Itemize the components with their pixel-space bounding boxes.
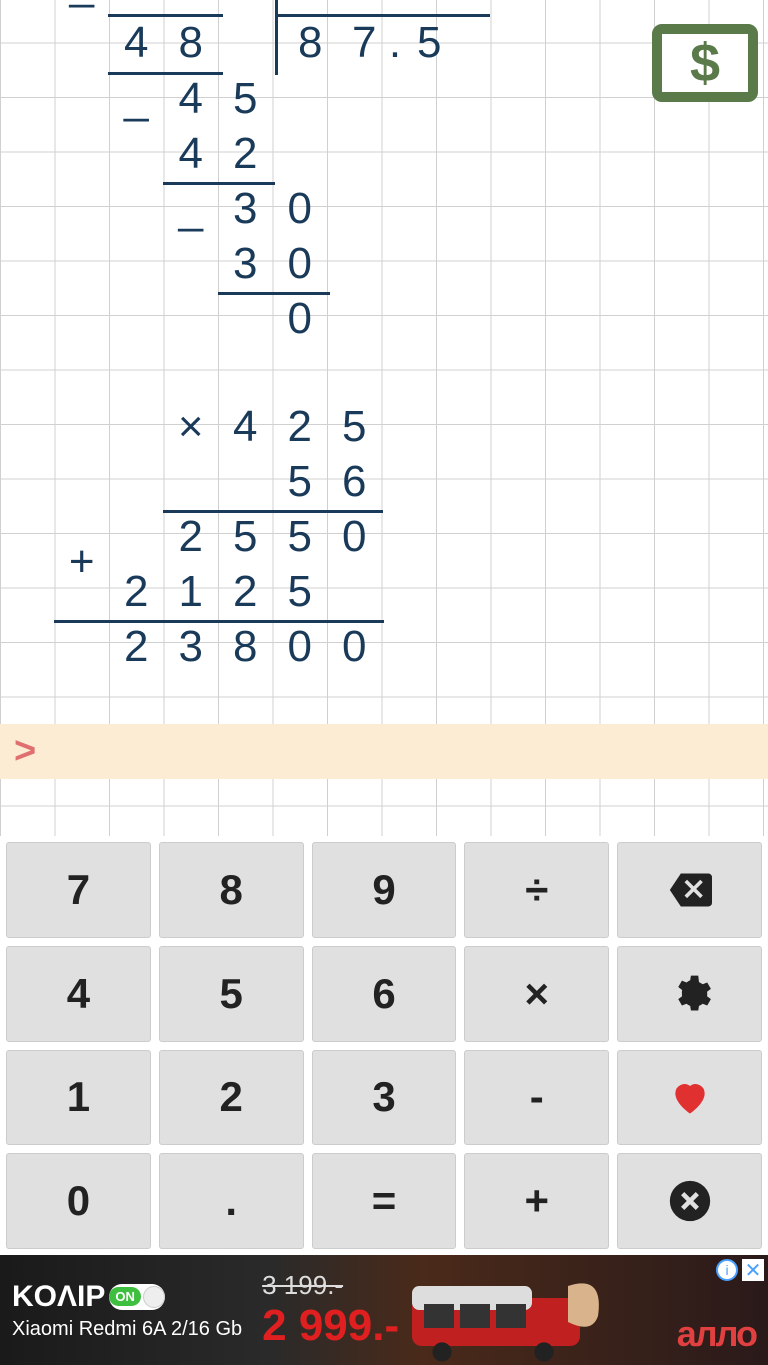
ad-close-icon[interactable]: ✕ (742, 1259, 764, 1281)
div-cell: 8 (164, 16, 219, 71)
ad-image (388, 1255, 628, 1365)
key-8[interactable]: 8 (159, 842, 304, 938)
division-minus-0: _ (55, 0, 110, 13)
mul-cell: 2 (109, 565, 164, 620)
ad-info-icon[interactable]: i (716, 1259, 738, 1281)
ad-banner[interactable]: KOΛIP ON Xiaomi Redmi 6A 2/16 Gb 3 199.-… (0, 1255, 768, 1365)
key-clear[interactable] (617, 1153, 762, 1249)
division-bracket-vertical (275, 0, 278, 75)
mul-cell: 2 (273, 400, 328, 455)
ad-price-old: 3 199.- (262, 1270, 399, 1301)
mul-cell: 0 (327, 510, 382, 565)
toggle-icon: ON (109, 1284, 165, 1310)
key-plus[interactable]: + (464, 1153, 609, 1249)
ad-product: Xiaomi Redmi 6A 2/16 Gb (12, 1318, 242, 1341)
mul-cell: 5 (273, 510, 328, 565)
div-cell: 4 (164, 72, 219, 127)
mul-cell: 4 (218, 400, 273, 455)
div-cell: 5 (218, 0, 273, 13)
mul-cell: 3 (164, 620, 219, 675)
div-cell: 0 (273, 0, 328, 13)
key-decimal[interactable]: . (159, 1153, 304, 1249)
mul-cell: 2 (164, 510, 219, 565)
heart-icon (668, 1075, 712, 1119)
toggle-on-label: ON (109, 1287, 141, 1306)
mul-cell: 5 (218, 510, 273, 565)
div-cell: 0 (273, 237, 328, 292)
mul-cell: 6 (327, 455, 382, 510)
key-0[interactable]: 0 (6, 1153, 151, 1249)
division-minus-2: _ (164, 182, 219, 237)
ad-controls: i ✕ (716, 1259, 764, 1281)
mul-cell: 2 (218, 565, 273, 620)
mul-cell: 0 (273, 620, 328, 675)
ad-left: KOΛIP ON Xiaomi Redmi 6A 2/16 Gb (0, 1280, 242, 1341)
key-divide[interactable]: ÷ (464, 842, 609, 938)
div-cell: 0 (273, 292, 328, 347)
backspace-icon (668, 868, 712, 912)
div-cell: 4 (109, 16, 164, 71)
key-4[interactable]: 4 (6, 946, 151, 1042)
div-cell: 2 (164, 0, 219, 13)
mul-cell: 1 (164, 565, 219, 620)
key-6[interactable]: 6 (312, 946, 457, 1042)
key-5[interactable]: 5 (159, 946, 304, 1042)
plus-sign: + (55, 535, 110, 590)
quotient-cell: 5 (402, 16, 457, 71)
mul-cell: 0 (327, 620, 382, 675)
input-prompt: > (0, 730, 36, 773)
div-cell: 3 (218, 182, 273, 237)
div-cell: 2 (218, 127, 273, 182)
mul-cell: 5 (327, 400, 382, 455)
ad-brand-text: KOΛIP (12, 1280, 105, 1314)
multiply-sign: × (164, 400, 219, 455)
key-1[interactable]: 1 (6, 1050, 151, 1146)
ad-brand-right: алло (677, 1313, 756, 1355)
dollar-icon: $ (690, 32, 720, 94)
div-cell: 5 (109, 0, 164, 13)
train-icon (388, 1255, 628, 1365)
input-row[interactable]: > (0, 724, 768, 779)
keypad: 7 8 9 ÷ 4 5 6 × 1 2 3 - 0 . = + (0, 836, 768, 1255)
money-button[interactable]: $ (652, 24, 758, 102)
close-circle-icon (668, 1179, 712, 1223)
key-equals[interactable]: = (312, 1153, 457, 1249)
mul-cell: 5 (273, 565, 328, 620)
key-9[interactable]: 9 (312, 842, 457, 938)
key-settings[interactable] (617, 946, 762, 1042)
div-cell: 3 (218, 237, 273, 292)
div-cell: 5 (218, 72, 273, 127)
div-cell: 0 (273, 182, 328, 237)
ad-price-new: 2 999.- (262, 1301, 399, 1351)
division-bracket-horizontal (275, 14, 490, 17)
division-line-0 (108, 14, 223, 17)
mul-cell: 5 (273, 455, 328, 510)
quotient-cell: 8 (283, 16, 338, 71)
ad-brand: KOΛIP ON (12, 1280, 242, 1314)
key-3[interactable]: 3 (312, 1050, 457, 1146)
mul-cell: 8 (218, 620, 273, 675)
ad-price: 3 199.- 2 999.- (262, 1270, 399, 1351)
div-cell: 4 (164, 127, 219, 182)
mul-cell: 2 (109, 620, 164, 675)
division-minus-1: _ (109, 72, 164, 127)
key-backspace[interactable] (617, 842, 762, 938)
key-minus[interactable]: - (464, 1050, 609, 1146)
gear-icon (668, 972, 712, 1016)
key-7[interactable]: 7 (6, 842, 151, 938)
key-2[interactable]: 2 (159, 1050, 304, 1146)
key-multiply[interactable]: × (464, 946, 609, 1042)
calculation-workspace: $ _ 5 2 5 0 4 8 8 7 . 5 _ 4 5 4 2 _ 3 0 … (0, 0, 768, 836)
key-favorite[interactable] (617, 1050, 762, 1146)
